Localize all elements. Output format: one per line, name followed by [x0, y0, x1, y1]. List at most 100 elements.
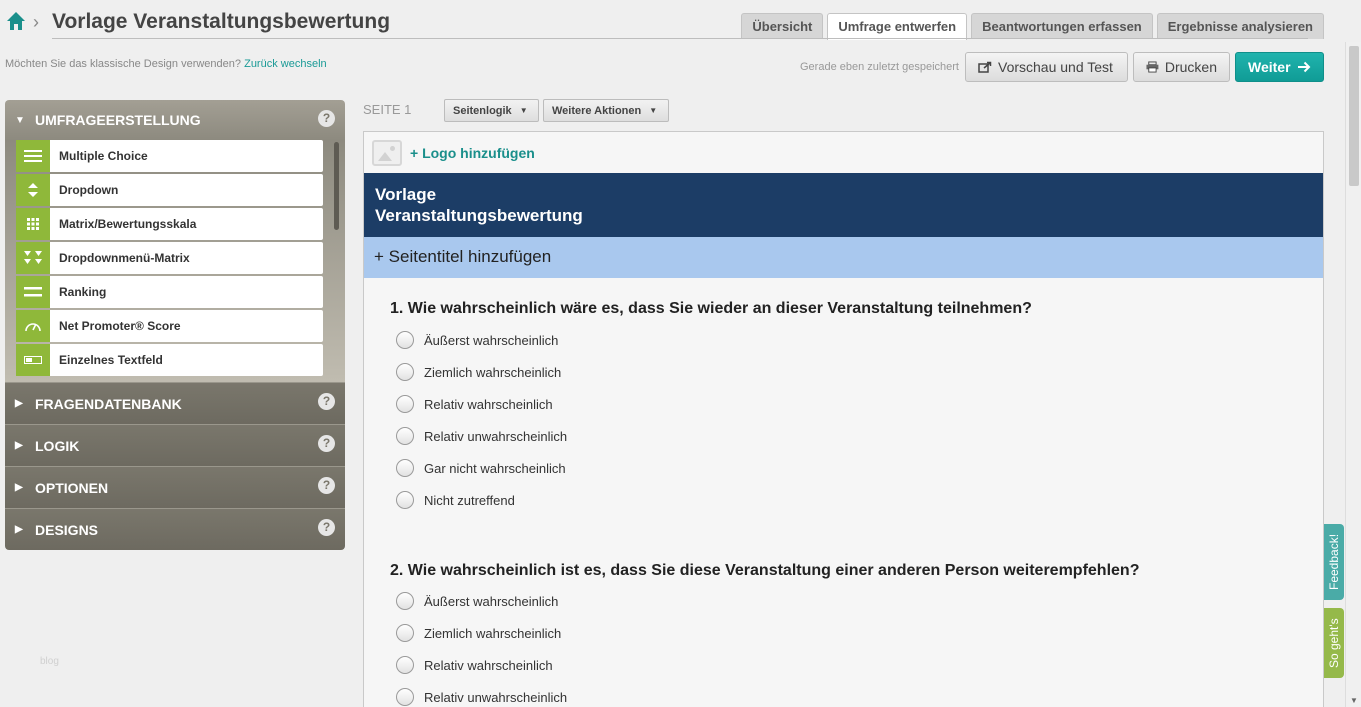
print-label: Drucken	[1164, 59, 1217, 75]
radio-button[interactable]	[396, 363, 414, 381]
classic-design-notice: Möchten Sie das klassische Design verwen…	[5, 58, 327, 70]
preview-test-button[interactable]: Vorschau und Test	[965, 52, 1128, 82]
help-icon[interactable]: ?	[318, 435, 335, 452]
more-actions-label: Weitere Aktionen	[552, 104, 642, 117]
builder-sidebar: ▼ UMFRAGEERSTELLUNG ? Multiple Choice Dr…	[5, 100, 345, 550]
radio-button[interactable]	[396, 459, 414, 477]
question-2[interactable]: 2. Wie wahrscheinlich ist es, dass Sie d…	[390, 562, 1139, 707]
radio-button[interactable]	[396, 656, 414, 674]
question-type-multiple-choice[interactable]: Multiple Choice	[16, 140, 323, 172]
gauge-icon	[16, 310, 50, 342]
add-logo-link[interactable]: + Logo hinzufügen	[410, 145, 535, 161]
triangle-right-icon: ▶	[15, 482, 23, 493]
logo-row: + Logo hinzufügen	[372, 140, 535, 166]
print-button[interactable]: Drucken	[1133, 52, 1230, 82]
page-logic-dropdown[interactable]: Seitenlogik ▼	[444, 99, 539, 122]
help-icon[interactable]: ?	[318, 477, 335, 494]
section-logic[interactable]: ▶ LOGIK ?	[5, 424, 345, 466]
printer-icon	[1146, 61, 1159, 73]
question-type-list: Multiple Choice Dropdown Matrix/Bewertun…	[5, 140, 345, 382]
section-survey-creation[interactable]: ▼ UMFRAGEERSTELLUNG ?	[5, 100, 345, 140]
add-page-title-bar[interactable]: + Seitentitel hinzufügen	[364, 237, 1323, 278]
page-logic-label: Seitenlogik	[453, 104, 512, 117]
section-label: FRAGENDATENBANK	[35, 395, 182, 412]
question-type-ranking[interactable]: Ranking	[16, 276, 323, 308]
page-scrollbar[interactable]: ▼	[1345, 42, 1361, 707]
answer-label: Ziemlich wahrscheinlich	[424, 625, 562, 641]
page-title: Vorlage Veranstaltungsbewertung	[52, 10, 391, 33]
answer-option[interactable]: Ziemlich wahrscheinlich	[396, 356, 1032, 388]
question-type-single-textbox[interactable]: Einzelnes Textfeld	[16, 344, 323, 376]
section-designs[interactable]: ▶ DESIGNS ?	[5, 508, 345, 550]
answer-option[interactable]: Gar nicht wahrscheinlich	[396, 452, 1032, 484]
tab-collect-responses[interactable]: Beantwortungen erfassen	[971, 13, 1153, 39]
chevron-right-icon: ›	[33, 12, 39, 32]
question-type-dropdown-matrix[interactable]: Dropdownmenü-Matrix	[16, 242, 323, 274]
feedback-tab[interactable]: Feedback!	[1324, 524, 1344, 600]
tab-overview[interactable]: Übersicht	[741, 13, 824, 39]
answer-option[interactable]: Äußerst wahrscheinlich	[396, 585, 1139, 617]
tab-analyze-results[interactable]: Ergebnisse analysieren	[1156, 13, 1324, 39]
survey-title-line-1: Vorlage	[375, 185, 437, 204]
classic-design-text: Möchten Sie das klassische Design verwen…	[5, 58, 242, 70]
image-placeholder-icon	[372, 140, 402, 166]
radio-button[interactable]	[396, 427, 414, 445]
answer-label: Relativ wahrscheinlich	[424, 657, 553, 673]
radio-button[interactable]	[396, 491, 414, 509]
section-label: LOGIK	[35, 437, 80, 454]
question-title: 2. Wie wahrscheinlich ist es, dass Sie d…	[390, 562, 1140, 579]
saved-status: Gerade eben zuletzt gespeichert	[800, 61, 959, 73]
sidebar-scrollbar[interactable]	[334, 142, 339, 230]
caret-down-icon: ▼	[519, 106, 528, 115]
radio-button[interactable]	[396, 331, 414, 349]
answer-option[interactable]: Nicht zutreffend	[396, 484, 1032, 516]
question-type-matrix[interactable]: Matrix/Bewertungsskala	[16, 208, 323, 240]
section-label: OPTIONEN	[35, 479, 109, 496]
tab-design-survey[interactable]: Umfrage entwerfen	[827, 13, 968, 40]
question-type-dropdown[interactable]: Dropdown	[16, 174, 323, 206]
answer-option[interactable]: Relativ unwahrscheinlich	[396, 420, 1032, 452]
main-tabs: Übersicht Umfrage entwerfen Beantwortung…	[741, 13, 1324, 40]
preview-test-label: Vorschau und Test	[998, 59, 1113, 75]
blog-link[interactable]: blog	[40, 656, 59, 667]
question-1[interactable]: 1. Wie wahrscheinlich wäre es, dass Sie …	[390, 300, 1032, 516]
home-icon[interactable]	[6, 11, 26, 31]
triangle-right-icon: ▶	[15, 398, 23, 409]
radio-button[interactable]	[396, 688, 414, 706]
answer-option[interactable]: Ziemlich wahrscheinlich	[396, 617, 1139, 649]
more-actions-dropdown[interactable]: Weitere Aktionen ▼	[543, 99, 669, 122]
question-type-nps[interactable]: Net Promoter® Score	[16, 310, 323, 342]
triangle-down-icon: ▼	[15, 114, 25, 126]
section-question-bank[interactable]: ▶ FRAGENDATENBANK ?	[5, 382, 345, 424]
caret-down-icon: ▼	[649, 106, 658, 115]
switch-back-link[interactable]: Zurück wechseln	[244, 58, 327, 70]
tab-divider	[52, 38, 1308, 39]
textfield-icon	[16, 344, 50, 376]
answer-option[interactable]: Relativ wahrscheinlich	[396, 649, 1139, 681]
help-icon[interactable]: ?	[318, 393, 335, 410]
next-button[interactable]: Weiter	[1235, 52, 1324, 82]
answer-option[interactable]: Relativ wahrscheinlich	[396, 388, 1032, 420]
answer-label: Relativ unwahrscheinlich	[424, 689, 568, 705]
survey-canvas: + Logo hinzufügen Vorlage Veranstaltungs…	[363, 131, 1324, 707]
how-it-works-tab[interactable]: So geht's	[1324, 608, 1344, 678]
question-type-label: Dropdown	[59, 183, 119, 197]
radio-button[interactable]	[396, 592, 414, 610]
radio-button[interactable]	[396, 395, 414, 413]
answer-option[interactable]: Relativ unwahrscheinlich	[396, 681, 1139, 707]
survey-title-line-2: Veranstaltungsbewertung	[375, 206, 583, 225]
answer-option[interactable]: Äußerst wahrscheinlich	[396, 324, 1032, 356]
radio-button[interactable]	[396, 624, 414, 642]
survey-title-banner[interactable]: Vorlage Veranstaltungsbewertung	[364, 173, 1323, 237]
updown-icon	[16, 174, 50, 206]
help-icon[interactable]: ?	[318, 110, 335, 127]
section-options[interactable]: ▶ OPTIONEN ?	[5, 466, 345, 508]
top-bar: › Vorlage Veranstaltungsbewertung Übersi…	[0, 0, 1345, 44]
help-icon[interactable]: ?	[318, 519, 335, 536]
scrollbar-thumb[interactable]	[1349, 46, 1359, 186]
question-type-label: Net Promoter® Score	[59, 319, 181, 333]
question-type-label: Matrix/Bewertungsskala	[59, 217, 197, 231]
share-icon	[978, 61, 992, 73]
answer-label: Gar nicht wahrscheinlich	[424, 460, 566, 476]
scroll-down-icon[interactable]: ▼	[1350, 696, 1358, 705]
